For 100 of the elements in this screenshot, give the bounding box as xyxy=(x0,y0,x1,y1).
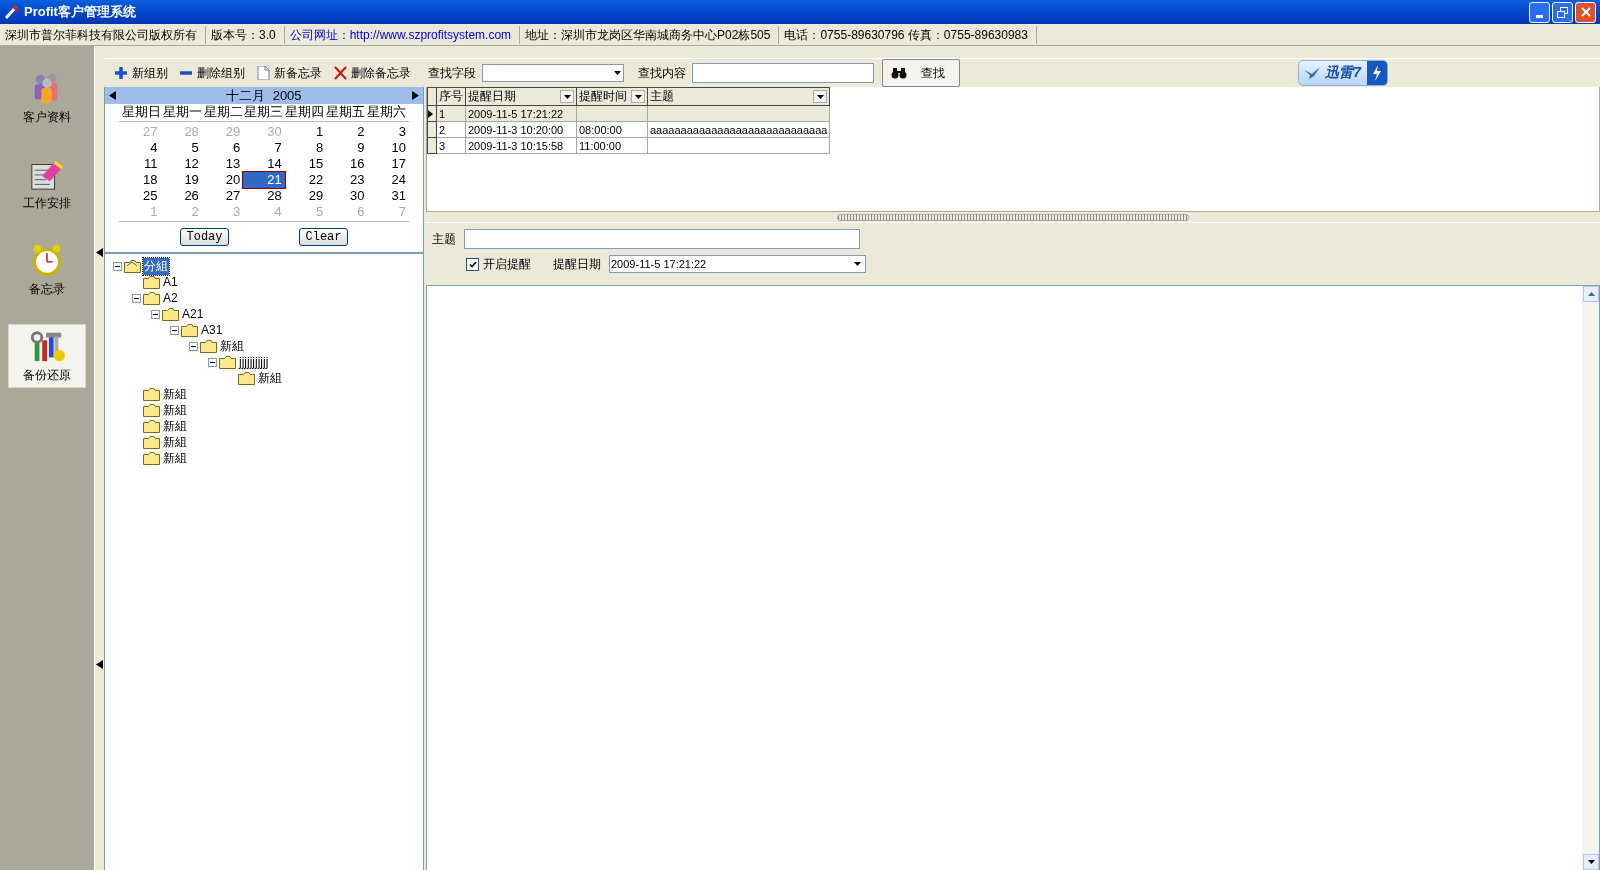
calendar-day[interactable]: 14 xyxy=(243,156,285,172)
check-icon xyxy=(468,260,477,268)
splitter-handle[interactable] xyxy=(837,213,1189,221)
tree-item[interactable]: A1 xyxy=(162,275,179,289)
calendar-day[interactable]: 28 xyxy=(243,188,285,204)
calendar-day[interactable]: 3 xyxy=(367,124,409,140)
calendar-day[interactable]: 30 xyxy=(326,188,368,204)
calendar-day[interactable]: 23 xyxy=(326,172,368,188)
tree-item[interactable]: jjjjjjjjjjj xyxy=(238,355,270,369)
plus-icon xyxy=(115,66,128,80)
column-header[interactable]: 提醒日期 xyxy=(465,87,577,106)
calendar-day[interactable]: 5 xyxy=(160,140,202,156)
restore-button[interactable] xyxy=(1552,1,1573,23)
tree-item[interactable]: 新組 xyxy=(162,417,188,435)
field-label: 主题 xyxy=(432,230,456,248)
tree-item[interactable]: 分組 xyxy=(143,257,169,275)
calendar-day[interactable]: 19 xyxy=(160,172,202,188)
calendar-day[interactable]: 25 xyxy=(119,188,161,204)
calendar-day[interactable]: 2 xyxy=(326,124,368,140)
calendar-day[interactable]: 6 xyxy=(201,140,244,156)
calendar-day[interactable]: 1 xyxy=(284,124,327,140)
calendar-day[interactable]: 29 xyxy=(284,188,327,204)
checkbox[interactable] xyxy=(466,257,479,271)
calendar-button[interactable]: Clear xyxy=(299,228,348,246)
calendar-day[interactable]: 21 xyxy=(243,172,285,188)
collapse-icon[interactable] xyxy=(132,293,141,303)
open-folder-icon xyxy=(124,259,141,273)
info-text: 电话：0755-89630796 传真：0755-89630983 xyxy=(779,25,1037,44)
folder-icon xyxy=(143,435,160,449)
table-cell: aaaaaaaaaaaaaaaaaaaaaaaaaaaaa xyxy=(647,121,830,138)
calendar-day[interactable]: 20 xyxy=(201,172,244,188)
caret-icon xyxy=(634,94,642,99)
left-arrow-icon xyxy=(109,91,116,100)
tree-item[interactable]: A21 xyxy=(181,307,205,321)
collapse-icon[interactable] xyxy=(170,325,179,335)
date-dropdown[interactable]: 2009-11-5 17:21:22 xyxy=(609,255,866,273)
calendar-day[interactable]: 22 xyxy=(284,172,327,188)
website-link[interactable]: 公司网址：http://www.szprofitsystem.com xyxy=(284,25,521,44)
sidebar-item[interactable]: 工作安排 xyxy=(8,152,86,216)
calendar-day[interactable]: 16 xyxy=(326,156,368,172)
tree-item[interactable]: 新組 xyxy=(257,369,283,387)
sidebar-item[interactable]: 客户资料 xyxy=(8,66,86,130)
collapse-icon[interactable] xyxy=(189,341,198,351)
tree-item[interactable]: A31 xyxy=(200,323,224,337)
search-input[interactable] xyxy=(692,63,874,83)
collapse-icon[interactable] xyxy=(208,357,217,367)
calendar-day[interactable]: 10 xyxy=(367,140,409,156)
column-header[interactable]: 序号 xyxy=(436,87,466,106)
tools-icon xyxy=(29,328,65,364)
calendar-day[interactable]: 17 xyxy=(367,156,409,172)
download-badge[interactable]: 迅雷7 xyxy=(1298,60,1388,86)
calendar-day[interactable]: 11 xyxy=(119,156,161,172)
folder-icon xyxy=(219,355,236,369)
collapse-icon[interactable] xyxy=(113,261,122,271)
calendar-day[interactable]: 13 xyxy=(201,156,244,172)
subject-input[interactable] xyxy=(464,229,860,249)
tree-item[interactable]: A2 xyxy=(162,291,179,305)
tree-item[interactable]: 新組 xyxy=(162,433,188,451)
calendar-day[interactable]: 7 xyxy=(243,140,285,156)
row-indicator[interactable] xyxy=(427,121,437,138)
next-month-button[interactable] xyxy=(412,91,419,100)
calendar-day[interactable]: 8 xyxy=(284,140,327,156)
calendar-day[interactable]: 18 xyxy=(119,172,161,188)
tree-item[interactable]: 新組 xyxy=(162,385,188,403)
toolbar-button[interactable]: 新备忘录 xyxy=(254,62,325,84)
collapse-arrow-icon xyxy=(96,660,103,670)
search-button[interactable]: 查找 xyxy=(882,59,960,87)
calendar-day[interactable]: 27 xyxy=(201,188,244,204)
toolbar-button[interactable]: 删除备忘录 xyxy=(331,62,414,84)
search-field-dropdown[interactable] xyxy=(482,64,624,82)
collapse-icon[interactable] xyxy=(151,309,160,319)
lightning-icon xyxy=(1372,65,1382,81)
toolbar-button[interactable]: 新组别 xyxy=(112,62,171,84)
row-indicator[interactable] xyxy=(427,105,437,122)
toolbar-button[interactable]: 删除组别 xyxy=(177,62,248,84)
sidebar-item[interactable]: 备份还原 xyxy=(8,324,86,388)
tree-item[interactable]: 新組 xyxy=(219,337,245,355)
minimize-button[interactable] xyxy=(1529,1,1550,23)
column-header[interactable]: 主题 xyxy=(647,87,830,106)
calendar-day[interactable]: 4 xyxy=(119,140,161,156)
previous-month-button[interactable] xyxy=(109,91,116,100)
tree-item[interactable]: 新組 xyxy=(162,401,188,419)
scrollbar[interactable] xyxy=(1582,286,1599,870)
sidebar-item[interactable]: 备忘录 xyxy=(8,238,86,302)
calendar-day[interactable]: 24 xyxy=(367,172,409,188)
calendar-button[interactable]: Today xyxy=(180,228,229,246)
calendar-day[interactable]: 12 xyxy=(160,156,202,172)
bird-icon xyxy=(1303,66,1322,80)
row-indicator[interactable] xyxy=(427,137,437,154)
calendar-day[interactable]: 31 xyxy=(367,188,409,204)
app-icon xyxy=(4,4,20,20)
calendar-day[interactable]: 15 xyxy=(284,156,327,172)
folder-icon xyxy=(143,403,160,417)
calendar-day[interactable]: 26 xyxy=(160,188,202,204)
calendar-day[interactable]: 9 xyxy=(326,140,368,156)
tree-item[interactable]: 新組 xyxy=(162,449,188,467)
close-button[interactable] xyxy=(1575,1,1596,23)
caret-icon xyxy=(1587,860,1595,864)
cross-icon xyxy=(334,66,347,80)
column-header[interactable]: 提醒时间 xyxy=(576,87,648,106)
